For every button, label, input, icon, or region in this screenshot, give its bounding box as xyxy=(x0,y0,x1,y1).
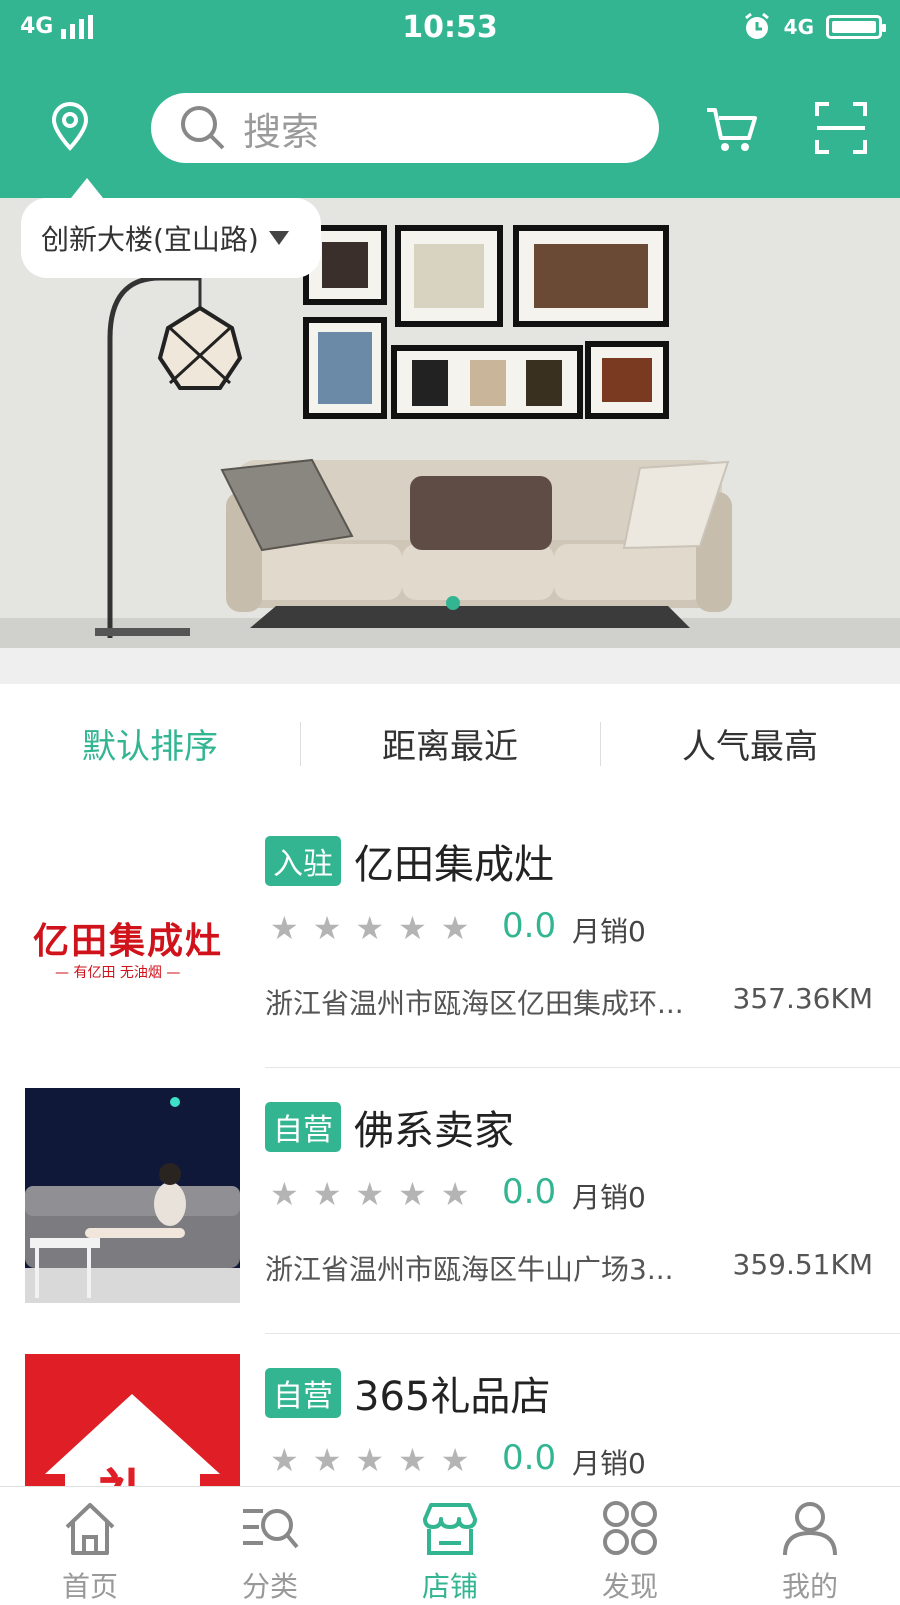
battery-icon xyxy=(826,15,886,39)
store-address: 浙江省温州市瓯海区亿田集成环... xyxy=(265,987,684,1020)
star-icon: ★ xyxy=(440,1441,470,1479)
tab-profile[interactable]: 我的 xyxy=(720,1487,900,1603)
store-distance: 357.36KM xyxy=(732,982,874,1015)
profile-icon xyxy=(783,1502,837,1556)
store-name: 亿田集成灶 xyxy=(354,842,554,888)
star-icon: ★ xyxy=(398,909,427,947)
star-icon: ★ xyxy=(270,1441,299,1479)
star-icon: ★ xyxy=(355,1175,385,1213)
rating-stars: ★ ★ ★ ★ ★ xyxy=(270,912,469,944)
store-item-1[interactable]: 亿田集成灶 — 有亿田 无油烟 — 入驻 亿田集成灶 ★ ★ ★ ★ ★ 0.0 月销0… xyxy=(0,802,900,1068)
cart-icon[interactable] xyxy=(701,98,761,158)
store-address: 浙江省温州市瓯海区牛山广场3... xyxy=(265,1253,674,1286)
store-tag: 自营 xyxy=(265,1368,341,1418)
store-photo-image xyxy=(25,1088,240,1303)
tab-label: 分类 xyxy=(241,1570,298,1603)
star-icon: ★ xyxy=(312,1175,342,1213)
star-icon: ★ xyxy=(355,909,385,947)
location-pin-icon[interactable] xyxy=(42,98,98,154)
store-rating: 0.0 xyxy=(502,1172,557,1212)
tab-discover[interactable]: 发现 xyxy=(540,1487,720,1603)
star-icon: ★ xyxy=(312,1441,342,1479)
store-logo: 亿田集成灶 — 有亿田 无油烟 — xyxy=(25,822,240,1037)
sort-nearest[interactable]: 距离最近 xyxy=(300,684,600,802)
store-icon xyxy=(423,1503,477,1555)
logo-subtext: — 有亿田 无油烟 — xyxy=(55,965,181,981)
store-tag: 入驻 xyxy=(265,836,341,886)
tab-label: 我的 xyxy=(781,1570,838,1603)
category-icon xyxy=(243,1509,299,1549)
location-selector[interactable]: 创新大楼(宜山路) xyxy=(21,178,321,278)
tab-store[interactable]: 店铺 xyxy=(360,1487,540,1603)
tab-label: 首页 xyxy=(61,1570,118,1603)
bottom-tab-bar: 首页 分类 店铺 发现 我的 xyxy=(0,1486,900,1603)
star-icon: ★ xyxy=(398,1441,427,1479)
star-icon: ★ xyxy=(398,1175,427,1213)
sort-bar: 默认排序 距离最近 人气最高 xyxy=(0,684,900,803)
star-icon: ★ xyxy=(440,909,470,947)
star-icon: ★ xyxy=(355,1441,385,1479)
store-item-2[interactable]: 自营 佛系卖家 ★ ★ ★ ★ ★ 0.0 月销0 浙江省温州市瓯海区牛山广场3... … xyxy=(0,1068,900,1334)
monthly-sales: 月销0 xyxy=(572,915,646,948)
dropdown-arrow-icon xyxy=(268,231,289,245)
tab-label: 发现 xyxy=(601,1570,658,1603)
star-icon: ★ xyxy=(440,1175,470,1213)
carousel-indicator-dot[interactable] xyxy=(446,596,460,610)
network-label-right: 4G xyxy=(783,15,814,39)
tab-home[interactable]: 首页 xyxy=(0,1487,180,1603)
star-icon: ★ xyxy=(312,909,342,947)
status-right: 4G xyxy=(742,12,886,42)
status-bar: 4G 10:53 4G xyxy=(0,0,900,60)
rating-stars: ★ ★ ★ ★ ★ xyxy=(270,1178,469,1210)
logo-text: 亿田集成灶 xyxy=(33,921,224,962)
search-icon xyxy=(181,106,225,150)
store-logo: 礼 xyxy=(25,1354,240,1486)
header-bar: 4G 10:53 4G 搜索 xyxy=(0,0,900,198)
store-photo xyxy=(25,1088,240,1303)
alarm-icon xyxy=(744,12,769,39)
star-icon: ★ xyxy=(270,909,299,947)
tab-label: 店铺 xyxy=(421,1570,478,1603)
scan-icon[interactable] xyxy=(811,98,871,158)
store-name: 佛系卖家 xyxy=(354,1108,514,1154)
section-spacer xyxy=(0,648,900,684)
tab-category[interactable]: 分类 xyxy=(180,1487,360,1603)
logo-text: 礼 xyxy=(97,1450,155,1486)
search-input[interactable]: 搜索 xyxy=(151,93,659,163)
store-name: 365礼品店 xyxy=(354,1374,551,1420)
sort-popular[interactable]: 人气最高 xyxy=(600,684,900,802)
store-item-3[interactable]: 礼 自营 365礼品店 ★ ★ ★ ★ ★ 0.0 月销0 xyxy=(0,1334,900,1486)
star-icon: ★ xyxy=(270,1175,299,1213)
rating-stars: ★ ★ ★ ★ ★ xyxy=(270,1444,469,1476)
store-tag: 自营 xyxy=(265,1102,341,1152)
location-label: 创新大楼(宜山路) xyxy=(41,223,259,256)
monthly-sales: 月销0 xyxy=(572,1447,646,1480)
home-icon xyxy=(65,1503,115,1555)
store-rating: 0.0 xyxy=(502,906,557,946)
monthly-sales: 月销0 xyxy=(572,1181,646,1214)
search-placeholder: 搜索 xyxy=(243,109,320,154)
discover-icon xyxy=(603,1501,657,1555)
store-distance: 359.51KM xyxy=(732,1248,874,1281)
sort-default[interactable]: 默认排序 xyxy=(0,684,300,802)
store-rating: 0.0 xyxy=(502,1438,557,1478)
